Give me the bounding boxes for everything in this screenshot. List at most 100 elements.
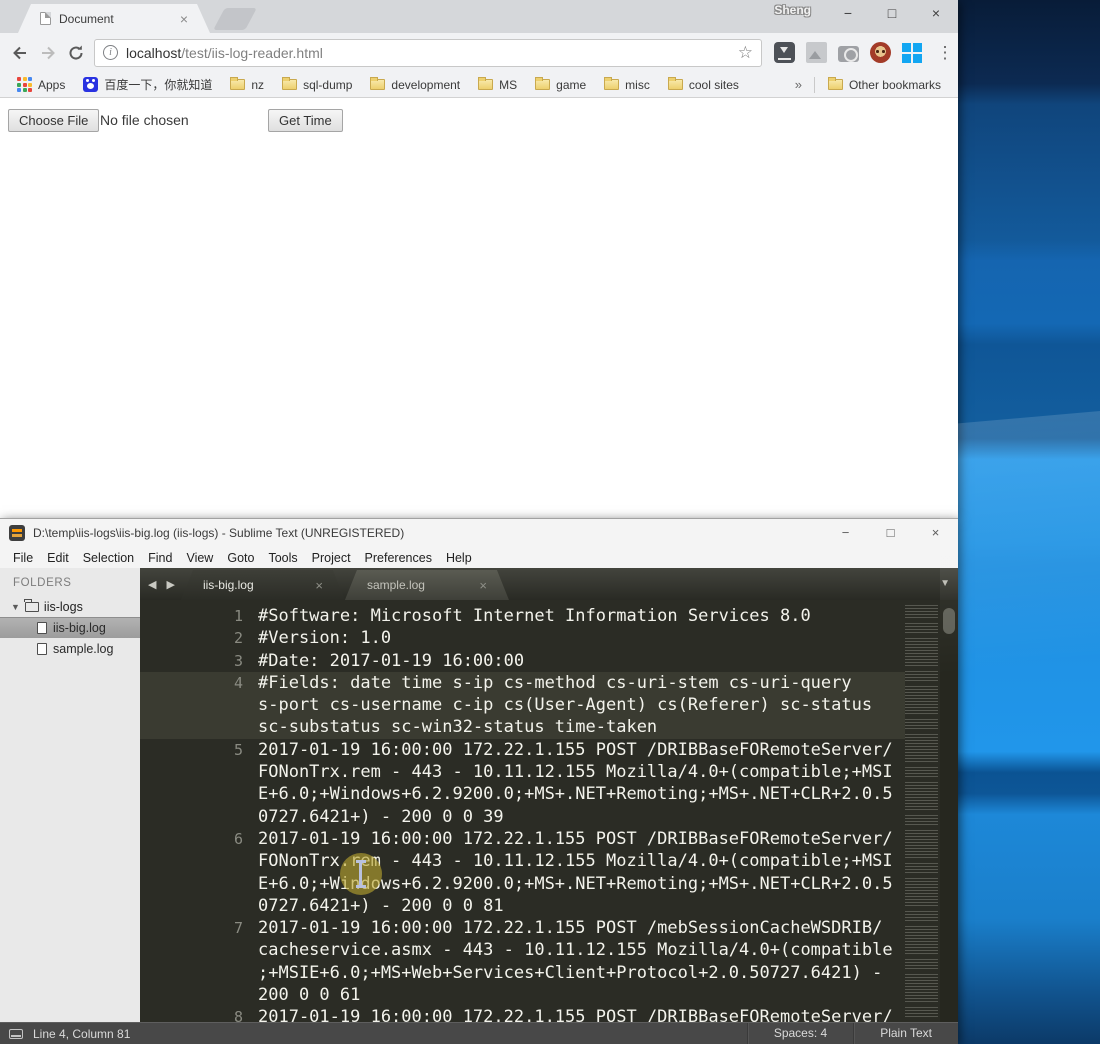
choose-file-button[interactable]: Choose File [8, 109, 99, 132]
tab-title: Document [59, 12, 174, 26]
close-button[interactable]: × [913, 519, 958, 547]
code-text: ;+MSIE+6.0;+MS+Web+Services+Client+Proto… [258, 962, 882, 984]
status-panel-icon[interactable] [9, 1029, 23, 1039]
url-bar[interactable]: i localhost/test/iis-log-reader.html ☆ [94, 39, 762, 67]
folders-header: FOLDERS [0, 568, 140, 589]
monkey-extension-icon[interactable] [870, 42, 891, 63]
editor-row: FONonTrx.rem - 443 - 10.11.12.155 Mozill… [140, 761, 905, 783]
menu-item[interactable]: Tools [261, 551, 304, 565]
line-number [140, 806, 243, 828]
menu-item[interactable]: File [6, 551, 40, 565]
sublime-title: D:\temp\iis-logs\iis-big.log (iis-logs) … [33, 526, 823, 540]
tab-dropdown-icon[interactable]: ▼ [940, 578, 950, 589]
bookmark-folder[interactable]: development [361, 78, 469, 92]
chrome-window: Document × Sheng − □ × i [0, 0, 958, 518]
editor-row: 0727.6421+) - 200 0 0 39 [140, 806, 905, 828]
bookmark-star-icon[interactable]: ☆ [738, 43, 753, 63]
minimize-button[interactable]: − [826, 0, 870, 28]
new-tab-button[interactable] [213, 8, 257, 30]
close-button[interactable]: × [914, 0, 958, 28]
bookmarks-divider [814, 77, 815, 93]
code-text: 2017-01-19 16:00:00 172.22.1.155 POST /D… [258, 828, 893, 850]
tab-scroll-left-icon[interactable]: ◀ [148, 578, 156, 591]
bookmarks-overflow-icon[interactable]: » [787, 77, 810, 92]
browser-tab-document[interactable]: Document × [18, 4, 210, 33]
tab-close-icon[interactable] [479, 578, 487, 593]
forward-icon[interactable] [34, 39, 62, 67]
minimap[interactable] [905, 605, 938, 1017]
file-status-text: No file chosen [100, 112, 189, 128]
bookmark-folder[interactable]: cool sites [659, 78, 748, 92]
menu-item[interactable]: Edit [40, 551, 76, 565]
line-number: 8 [140, 1006, 243, 1022]
editor-row: E+6.0;+Windows+6.2.9200.0;+MS+.NET+Remot… [140, 783, 905, 805]
menu-item[interactable]: View [179, 551, 220, 565]
tab-close-icon[interactable]: × [180, 11, 188, 27]
maximize-button[interactable]: □ [870, 0, 914, 28]
menu-item[interactable]: Project [305, 551, 358, 565]
line-number [140, 761, 243, 783]
refresh-icon[interactable] [62, 39, 90, 67]
bookmark-folder[interactable]: nz [221, 78, 273, 92]
url-host: localhost [126, 45, 181, 61]
scrollbar-thumb[interactable] [943, 608, 955, 634]
indent-setting[interactable]: Spaces: 4 [747, 1023, 853, 1044]
bookmark-apps[interactable]: Apps [8, 77, 74, 92]
bookmark-folder[interactable]: sql-dump [273, 78, 361, 92]
folder-icon [604, 79, 619, 90]
folder-icon [370, 79, 385, 90]
menu-item[interactable]: Preferences [358, 551, 439, 565]
line-number [140, 694, 243, 716]
image-extension-icon[interactable] [806, 42, 827, 63]
download-extension-icon[interactable] [774, 42, 795, 63]
editor-row: cacheservice.asmx - 443 - 10.11.12.155 M… [140, 939, 905, 961]
sidebar-file-item[interactable]: sample.log [0, 638, 140, 659]
bookmark-baidu[interactable]: 百度一下，你就知道 [74, 76, 221, 93]
sidebar-folder-iis-logs[interactable]: ▼ iis-logs [0, 596, 140, 617]
other-bookmarks[interactable]: Other bookmarks [819, 78, 950, 92]
menu-item[interactable]: Goto [220, 551, 261, 565]
site-info-icon[interactable]: i [103, 45, 118, 60]
desktop-wallpaper: Document × Sheng − □ × i [0, 0, 1100, 1044]
line-number: 4 [140, 672, 243, 694]
syntax-setting[interactable]: Plain Text [853, 1023, 958, 1044]
url-path: /test/iis-log-reader.html [181, 45, 323, 61]
back-icon[interactable] [6, 39, 34, 67]
editor-tab[interactable]: iis-big.log [181, 570, 345, 600]
windows-extension-icon[interactable] [902, 42, 923, 63]
editor-row: sc-substatus sc-win32-status time-taken [140, 716, 905, 738]
camera-extension-icon[interactable] [838, 46, 859, 62]
menu-item[interactable]: Selection [76, 551, 141, 565]
line-number [140, 873, 243, 895]
sublime-tabbar: ◀ ▶ iis-big.log sample.log [140, 568, 958, 600]
editor-tab[interactable]: sample.log [345, 570, 509, 600]
menu-item[interactable]: Help [439, 551, 479, 565]
minimize-button[interactable]: − [823, 519, 868, 547]
chrome-menu-icon[interactable]: ⋮ [933, 43, 957, 63]
profile-name[interactable]: Sheng [774, 3, 811, 17]
bookmark-folder[interactable]: MS [469, 78, 526, 92]
baidu-icon [83, 77, 98, 92]
editor-row: 3 #Date: 2017-01-19 16:00:00 [140, 650, 905, 672]
tab-close-icon[interactable] [315, 578, 323, 593]
url-text[interactable]: localhost/test/iis-log-reader.html [126, 45, 732, 61]
folder-icon [668, 79, 683, 90]
code-text: #Date: 2017-01-19 16:00:00 [258, 650, 524, 672]
line-number: 5 [140, 739, 243, 761]
menu-item[interactable]: Find [141, 551, 179, 565]
get-time-button[interactable]: Get Time [268, 109, 343, 132]
expand-triangle-icon[interactable]: ▼ [11, 602, 20, 612]
editor-row: 2 #Version: 1.0 [140, 627, 905, 649]
scrollbar-track[interactable] [940, 600, 958, 1022]
tab-scroll-right-icon[interactable]: ▶ [166, 578, 174, 591]
maximize-button[interactable]: □ [868, 519, 913, 547]
bookmark-folder[interactable]: misc [595, 78, 659, 92]
line-number [140, 895, 243, 917]
editor-row: 200 0 0 61 [140, 984, 905, 1006]
sidebar-file-item[interactable]: iis-big.log [0, 617, 140, 638]
cursor-position: Line 4, Column 81 [33, 1027, 130, 1041]
editor-row: E+6.0;+Windows+6.2.9200.0;+MS+.NET+Remot… [140, 873, 905, 895]
bookmark-folder[interactable]: game [526, 78, 595, 92]
editor-area[interactable]: 1 #Software: Microsoft Internet Informat… [140, 600, 958, 1022]
editor-row: 4 #Fields: date time s-ip cs-method cs-u… [140, 672, 905, 694]
